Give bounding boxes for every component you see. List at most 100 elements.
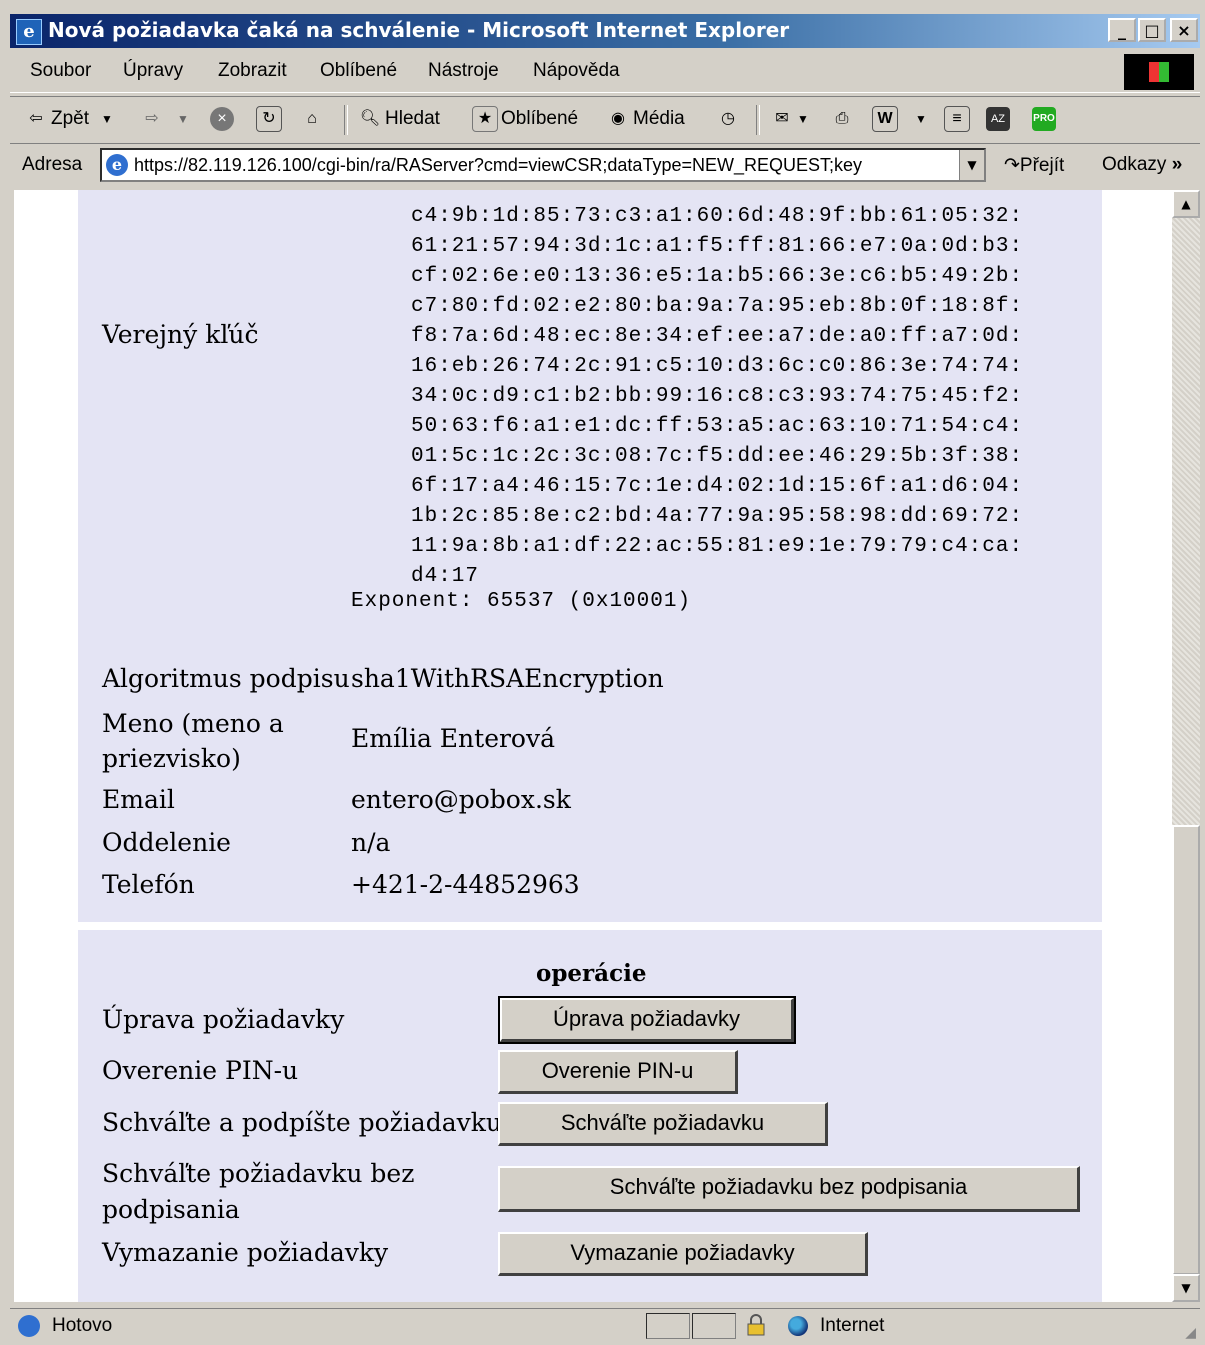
back-label: Zpět [51,108,90,129]
page-ie-icon: e [106,154,128,176]
signature-algorithm-value: sha1WithRSAEncryption [351,664,664,693]
hex-line: 1b:2c:85:8e:c2:bd:4a:77:9a:95:58:98:dd:6… [411,505,1024,528]
menu-napoveda[interactable]: Nápověda [533,60,620,82]
search-button[interactable]: 🔍︎ Hledat [358,105,440,133]
address-dropdown-icon[interactable]: ▼ [959,150,984,180]
history-button[interactable]: ◷ [716,105,743,133]
hex-line: 6f:17:a4:46:15:7c:1e:d4:02:1d:15:6f:a1:d… [411,475,1024,498]
public-key-label: Verejný kľúč [102,320,259,349]
name-label: Meno (meno a priezvisko) [102,709,284,773]
scrollbar-thumb[interactable] [1172,825,1200,1275]
minimize-button[interactable]: _ [1108,18,1136,42]
verify-pin-label: Overenie PIN-u [102,1056,299,1085]
approve-unsigned-label: Schváľte požiadavku bez podpisania [102,1159,415,1224]
internet-zone-icon [788,1316,808,1336]
page-done-icon [18,1315,40,1337]
forward-dropdown-icon[interactable]: ▼ [177,112,189,126]
links-label: Odkazy [1102,154,1167,175]
email-value: entero@pobox.sk [351,785,571,814]
delete-request-button[interactable]: Vymazanie požiadavky [498,1232,868,1276]
scroll-down-icon[interactable]: ▼ [1172,1274,1200,1302]
refresh-button[interactable]: ↻ [256,105,285,133]
hex-line: cf:02:6e:e0:13:36:e5:1a:b5:66:3e:c6:b5:4… [411,265,1024,288]
close-button[interactable]: × [1170,18,1198,42]
mail-button[interactable]: ✉ ▼ [770,105,809,133]
home-icon: ⌂ [307,110,317,127]
stop-button[interactable]: × [210,105,237,133]
history-icon: ◷ [721,110,735,127]
pro-clover-icon: PRO [1032,107,1056,131]
hex-line-partial: 16:19:00:e4:22:0f:7f:4d:c0:00:a8:3a:1f:1… [411,190,1023,197]
name-value: Emília Enterová [351,724,556,753]
department-label: Oddelenie [102,828,231,857]
lock-icon [747,1314,765,1336]
title-bar: e Nová požiadavka čaká na schválenie - M… [10,14,1200,48]
address-url[interactable]: https://82.119.126.100/cgi-bin/ra/RAServ… [134,155,862,176]
public-key-value: c4:9b:1d:85:73:c3:a1:60:6d:48:9f:bb:61:0… [411,202,1023,592]
email-label: Email [102,785,175,814]
media-button[interactable]: ◉ Média [606,105,685,133]
windows-logo-icon [1124,54,1194,90]
security-zone-label: Internet [820,1315,885,1336]
edit-dropdown-icon[interactable]: ▼ [915,112,927,126]
maximize-button[interactable]: □ [1138,18,1166,42]
back-arrow-icon: ⇦ [29,110,43,127]
menu-bar: Soubor Úpravy Zobrazit Oblíbené Nástroje… [10,52,1200,93]
hex-line: 11:9a:8b:a1:df:22:ac:55:81:e9:1e:79:79:c… [411,535,1024,558]
go-arrow-icon: ↷ [1004,155,1020,176]
document-icon: ≡ [944,106,970,132]
back-dropdown-icon[interactable]: ▼ [101,112,113,126]
refresh-icon: ↻ [256,106,282,132]
address-label: Adresa [22,154,83,175]
hex-line: c7:80:fd:02:e2:80:ba:9a:7a:95:eb:8b:0f:1… [411,295,1024,318]
status-pane [692,1313,736,1339]
favorites-star-icon: ★ [472,106,498,132]
home-button[interactable]: ⌂ [300,105,327,133]
links-button[interactable]: Odkazy » [1102,154,1182,176]
print-icon: ⎙ [835,110,849,127]
exponent-value: Exponent: 65537 (0x10001) [351,590,692,613]
edit-request-button[interactable]: Úprava požiadavky [498,996,796,1044]
scroll-up-icon[interactable]: ▲ [1172,190,1200,218]
hex-line: 16:eb:26:74:2c:91:c5:10:d3:6c:c0:86:3e:7… [411,355,1024,378]
hex-line: 01:5c:1c:2c:3c:08:7c:f5:dd:ee:46:29:5b:3… [411,445,1024,468]
media-label: Média [633,108,685,129]
signature-algorithm-label: Algoritmus podpisu [102,664,350,693]
mail-icon: ✉ [775,110,789,127]
vertical-scrollbar[interactable]: ▲ ▼ [1172,190,1200,1302]
status-pane [646,1313,690,1339]
favorites-label: Oblíbené [501,108,579,129]
approve-request-button[interactable]: Schváľte požiadavku [498,1102,828,1146]
menu-oblibene[interactable]: Oblíbené [320,60,397,82]
approve-without-signing-button[interactable]: Schváľte požiadavku bez podpisania [498,1166,1080,1212]
print-button[interactable]: ⎙ [830,105,857,133]
go-button[interactable]: ↷Přejít [1004,154,1064,177]
menu-zobrazit[interactable]: Zobrazit [218,60,287,82]
menu-soubor[interactable]: Soubor [30,60,91,82]
ie-app-icon[interactable]: e [16,19,42,45]
status-bar: Hotovo Internet ◢ [10,1308,1200,1343]
forward-arrow-icon: ⇨ [145,110,159,127]
forward-button[interactable]: ⇨ ▼ [140,105,189,133]
address-bar: Adresa e https://82.119.126.100/cgi-bin/… [10,144,1200,188]
hex-line: f8:7a:6d:48:ec:8e:34:ef:ee:a7:de:a0:ff:a… [411,325,1024,348]
toolbar-separator [344,105,348,135]
discuss-button[interactable]: ≡ [944,105,973,133]
stop-icon: × [210,107,234,131]
favorites-button[interactable]: ★ Oblíbené [472,105,578,133]
messenger-button[interactable]: AZ [986,105,1013,133]
word-edit-button[interactable]: W ▼ [872,105,927,133]
menu-nastroje[interactable]: Nástroje [428,60,499,82]
word-icon: W [872,106,898,132]
chevron-right-icon: » [1171,154,1183,175]
delete-request-label: Vymazanie požiadavky [102,1238,389,1267]
mail-dropdown-icon: ▼ [797,112,809,126]
toolbar-separator [756,105,760,135]
approve-sign-label: Schváľte a podpíšte požiadavku [102,1108,502,1137]
verify-pin-button[interactable]: Overenie PIN-u [498,1050,738,1094]
back-button[interactable]: ⇦ Zpět ▼ [24,105,113,133]
resize-grip-icon[interactable]: ◢ [1185,1325,1196,1341]
menu-upravy[interactable]: Úpravy [123,60,183,82]
address-input[interactable]: e https://82.119.126.100/cgi-bin/ra/RASe… [100,148,986,182]
pro-addon-button[interactable]: PRO [1032,105,1059,133]
